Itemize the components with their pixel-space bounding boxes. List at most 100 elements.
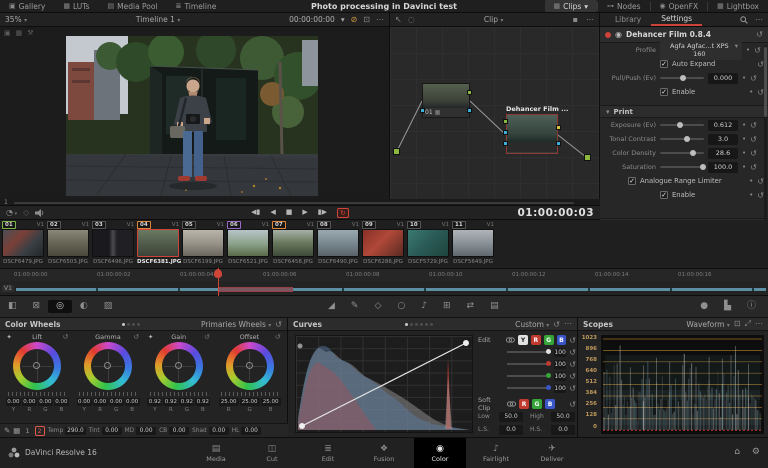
blur-icon[interactable]: ⊞ <box>435 300 459 313</box>
print-section-header[interactable]: ▾ Print <box>600 105 768 118</box>
reset-icon[interactable]: ↺ <box>757 60 764 69</box>
softclip-g-button[interactable]: G <box>532 399 542 409</box>
reset-icon[interactable]: ↺ <box>750 121 757 130</box>
low-value[interactable]: 50.0 <box>499 411 523 422</box>
gamma-g-value[interactable]: 0.00 <box>108 398 124 406</box>
home-icon[interactable]: ⌂ <box>734 447 740 457</box>
gamma-color-ring[interactable] <box>84 342 133 390</box>
gain-y-value[interactable]: 0.92 <box>147 398 163 406</box>
lift-b-value[interactable]: 0.00 <box>53 398 69 406</box>
node-mode-select[interactable]: Clip ▾ <box>484 15 504 24</box>
plugin-reset-icon[interactable]: ↺ <box>756 30 763 39</box>
wheel-mode-icon[interactable]: ✦ <box>6 333 11 341</box>
timeline-clip[interactable]: 09 V1 DSCF6286.JPG <box>362 221 404 265</box>
timeline-clip[interactable]: 02 V1 DSCF6503.JPG <box>47 221 89 265</box>
profile-select[interactable]: Agfa Agfac...t XPS 160 ▾ <box>660 40 742 60</box>
tab-edit[interactable]: ≣ Edit <box>302 438 354 468</box>
timeline-track[interactable]: V1 <box>0 281 768 296</box>
curves-tool-icon[interactable]: ◢ <box>320 300 343 313</box>
curves-mode-select[interactable]: Custom ▾ <box>515 320 549 329</box>
reset-icon[interactable]: ↺ <box>133 333 139 341</box>
pullpush-slider[interactable] <box>660 75 704 81</box>
slider-knob[interactable] <box>700 164 707 170</box>
timeline-ruler[interactable]: 01:00:00:00 01:00:00:02 01:00:00:04 01:0… <box>0 268 768 281</box>
shadows-value[interactable]: 0.00 <box>208 426 229 435</box>
link-icon[interactable] <box>507 401 516 407</box>
plugin-enabled-indicator[interactable] <box>605 31 611 38</box>
project-settings-icon[interactable]: ⚙ <box>752 447 760 457</box>
page-dots[interactable] <box>121 322 140 326</box>
channel-g-button[interactable]: G <box>543 335 554 345</box>
auto-expand-checkbox[interactable]: ✓ <box>660 60 668 68</box>
timeline-clip[interactable]: 11 V1 DSCF5649.JPG <box>452 221 494 265</box>
wheels-page-1[interactable]: 1 <box>23 427 31 435</box>
loop-button[interactable]: ↻ <box>337 207 349 218</box>
reset-icon[interactable]: ↺ <box>569 400 576 409</box>
timeline-clip[interactable]: 06 V1 DSCF6521.JPG <box>227 221 269 265</box>
clip-thumbnail[interactable] <box>227 229 269 257</box>
play-reverse-button[interactable]: ◀ <box>270 208 275 218</box>
curve-handle-high[interactable] <box>463 340 469 346</box>
clip-thumbnail[interactable] <box>362 229 404 257</box>
channel-r-button[interactable]: R <box>530 335 541 345</box>
curve-handle-low[interactable] <box>299 423 305 429</box>
offset-master-slider[interactable] <box>220 392 279 396</box>
node-01-input-port[interactable] <box>420 108 425 113</box>
gamma-b-value[interactable]: 0.00 <box>124 398 140 406</box>
horizontal-scrollbar[interactable] <box>14 202 574 204</box>
timeline-clip[interactable]: 08 V1 DSCF6490.JPG <box>317 221 359 265</box>
node-01-output-port[interactable] <box>467 90 472 95</box>
keyframe-icon[interactable]: • <box>742 74 746 82</box>
curve-graph[interactable] <box>295 335 473 433</box>
lift-master-slider[interactable] <box>8 392 67 396</box>
clip-thumbnail[interactable] <box>47 229 89 257</box>
search-icon[interactable] <box>740 15 748 24</box>
node-dehancer-key-output[interactable] <box>556 141 561 146</box>
reset-icon[interactable]: ↺ <box>275 333 281 341</box>
image-wipe-icon[interactable]: ▣ <box>4 29 11 37</box>
reset-icon[interactable]: ↺ <box>757 88 764 97</box>
keyframe-icon[interactable]: • <box>742 163 746 171</box>
highlight-icon[interactable]: ⚒ <box>27 29 33 37</box>
node-graph-panel[interactable]: 01 ▦ Dehancer Film ... <box>390 27 600 199</box>
tracker-icon[interactable]: ○ <box>389 300 413 313</box>
stop-button[interactable]: ■ <box>286 208 293 218</box>
luts-button[interactable]: ▦ LUTs <box>54 0 98 12</box>
node-dehancer-input-port[interactable] <box>503 119 508 124</box>
openfx-button[interactable]: ◉ OpenFX <box>651 0 708 12</box>
tint-value[interactable]: 0.00 <box>101 426 122 435</box>
sizing-icon[interactable]: ▤ <box>482 300 507 313</box>
bypass-grades-icon[interactable]: ⊘ <box>351 15 358 24</box>
node-dehancer[interactable] <box>503 114 561 154</box>
tab-settings[interactable]: Settings <box>651 13 702 26</box>
clip-thumbnail[interactable] <box>2 229 44 257</box>
gain-g-value[interactable]: 0.92 <box>179 398 195 406</box>
reset-icon[interactable]: ↺ <box>750 135 757 144</box>
slider-knob[interactable] <box>684 136 691 142</box>
reset-icon[interactable]: ↺ <box>569 372 576 381</box>
cursor-icon[interactable]: ↖ <box>395 15 402 24</box>
tab-color[interactable]: ◉ Color <box>414 438 466 468</box>
gain-b-value[interactable]: 0.92 <box>195 398 211 406</box>
viewer-photo[interactable] <box>66 36 318 196</box>
playhead-handle[interactable] <box>214 269 222 278</box>
gamma-y-value[interactable]: 0.00 <box>76 398 92 406</box>
power-window-icon[interactable]: ◇ <box>366 300 389 313</box>
tab-deliver[interactable]: ✈ Deliver <box>526 438 578 468</box>
lightbox-button[interactable]: ▦ Lightbox <box>708 0 768 12</box>
timeline-clip[interactable]: 07 V1 DSCF6458.JPG <box>272 221 314 265</box>
settings-scrollbar[interactable] <box>764 45 767 225</box>
timeline-clip[interactable]: 01 V1 DSCF6479.JPG <box>2 221 44 265</box>
info-icon[interactable]: ⓘ <box>739 300 764 313</box>
stills-icon[interactable]: ● <box>692 300 716 313</box>
slider-knob[interactable] <box>680 75 687 81</box>
node-dehancer-output-port[interactable] <box>556 125 561 130</box>
lift-color-ring[interactable] <box>13 342 62 390</box>
auto-balance-icon[interactable]: ✎ <box>4 426 10 435</box>
offset-wheel-handle[interactable] <box>245 362 253 369</box>
node-wipe-icon[interactable]: ▪ <box>573 15 578 24</box>
color-density-slider[interactable] <box>660 150 704 156</box>
saturation-slider[interactable] <box>660 164 707 170</box>
tab-media[interactable]: ▤ Media <box>190 438 242 468</box>
current-clip-segment[interactable] <box>218 287 293 292</box>
